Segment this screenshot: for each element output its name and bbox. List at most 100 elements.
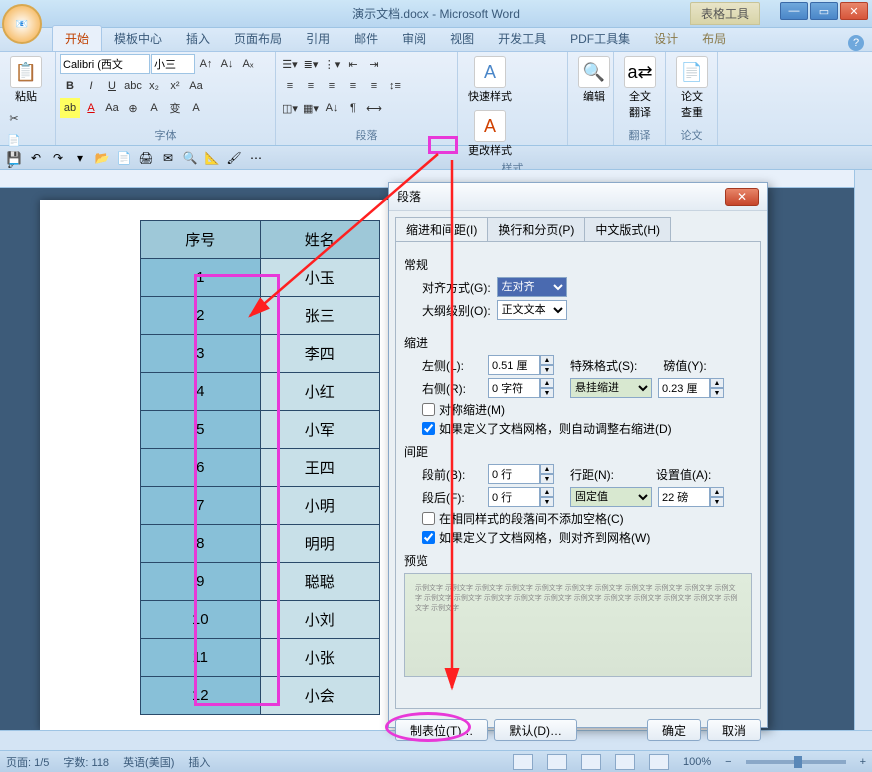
- before-input[interactable]: [488, 464, 540, 484]
- indent-increase-button[interactable]: ⇥: [364, 54, 384, 74]
- minimize-button[interactable]: —: [780, 2, 808, 20]
- vertical-scrollbar[interactable]: [854, 170, 872, 730]
- table-row[interactable]: 10小刘: [141, 601, 380, 639]
- tab-pagelayout[interactable]: 页面布局: [222, 26, 294, 51]
- table-cell[interactable]: 小张: [260, 639, 380, 677]
- table-cell[interactable]: 8: [141, 525, 261, 563]
- dialog-title-bar[interactable]: 段落 ✕: [389, 183, 767, 211]
- at-down[interactable]: ▼: [710, 497, 724, 507]
- table-row[interactable]: 6王四: [141, 449, 380, 487]
- table-cell[interactable]: 小会: [260, 677, 380, 715]
- dialog-tab-indent[interactable]: 缩进和间距(I): [395, 217, 488, 241]
- grow-font-button[interactable]: A↑: [196, 54, 216, 74]
- outline-combo[interactable]: 正文文本: [497, 300, 567, 320]
- mirror-checkbox[interactable]: [422, 403, 435, 416]
- italic-button[interactable]: I: [81, 76, 101, 96]
- dialog-close-button[interactable]: ✕: [725, 188, 759, 206]
- highlight-button[interactable]: ab: [60, 98, 80, 118]
- table-cell[interactable]: 明明: [260, 525, 380, 563]
- close-button[interactable]: ✕: [840, 2, 868, 20]
- autogrid-checkbox[interactable]: [422, 422, 435, 435]
- table-row[interactable]: 12小会: [141, 677, 380, 715]
- bullets-button[interactable]: ☰▾: [280, 54, 300, 74]
- right-up[interactable]: ▲: [540, 378, 554, 388]
- shading-button[interactable]: ◫▾: [280, 98, 300, 118]
- bold-button[interactable]: B: [60, 76, 80, 96]
- table-cell[interactable]: 5: [141, 411, 261, 449]
- qat-btn-10[interactable]: 📐: [202, 148, 222, 168]
- view-print-button[interactable]: [513, 754, 533, 770]
- status-words[interactable]: 字数: 118: [63, 754, 109, 770]
- table-cell[interactable]: 小明: [260, 487, 380, 525]
- tab-view[interactable]: 视图: [438, 26, 486, 51]
- table-row[interactable]: 3李四: [141, 335, 380, 373]
- tab-mailings[interactable]: 邮件: [342, 26, 390, 51]
- status-lang[interactable]: 英语(美国): [123, 754, 174, 770]
- special-combo[interactable]: 悬挂缩进: [570, 378, 652, 398]
- zoom-out-button[interactable]: −: [725, 756, 731, 768]
- status-insert[interactable]: 插入: [188, 754, 210, 770]
- charscale-button[interactable]: Aa: [102, 98, 122, 118]
- table-cell[interactable]: 张三: [260, 297, 380, 335]
- table-cell[interactable]: 小军: [260, 411, 380, 449]
- ok-button[interactable]: 确定: [647, 719, 701, 741]
- table-cell[interactable]: 4: [141, 373, 261, 411]
- clear-format-button[interactable]: Aₓ: [238, 54, 258, 74]
- left-up[interactable]: ▲: [540, 355, 554, 365]
- charfit-button[interactable]: A: [144, 98, 164, 118]
- tab-table-layout[interactable]: 布局: [690, 26, 738, 51]
- chspacing-button[interactable]: ⟷: [364, 98, 384, 118]
- tab-design[interactable]: 设计: [642, 26, 690, 51]
- font-family-combo[interactable]: [60, 54, 150, 74]
- borders-button[interactable]: ▦▾: [301, 98, 321, 118]
- strike-button[interactable]: abc: [123, 76, 143, 96]
- tab-insert[interactable]: 插入: [174, 26, 222, 51]
- showmarks-button[interactable]: ¶: [343, 98, 363, 118]
- help-icon[interactable]: ?: [848, 35, 864, 51]
- align-right-button[interactable]: ≡: [322, 76, 342, 96]
- table-cell[interactable]: 3: [141, 335, 261, 373]
- table-cell[interactable]: 1: [141, 259, 261, 297]
- qat-btn-5[interactable]: 📂: [92, 148, 112, 168]
- view-outline-button[interactable]: [615, 754, 635, 770]
- table-row[interactable]: 8明明: [141, 525, 380, 563]
- distributed-button[interactable]: ≡: [364, 76, 384, 96]
- qat-btn-11[interactable]: 🖌: [224, 148, 244, 168]
- qat-undo-button[interactable]: ↶: [26, 148, 46, 168]
- table-cell[interactable]: 小红: [260, 373, 380, 411]
- view-fullscreen-button[interactable]: [547, 754, 567, 770]
- qat-btn-6[interactable]: 📄: [114, 148, 134, 168]
- change-styles-button[interactable]: A 更改样式: [462, 108, 518, 160]
- table-cell[interactable]: 小刘: [260, 601, 380, 639]
- after-up[interactable]: ▲: [540, 487, 554, 497]
- table-header-1[interactable]: 序号: [141, 221, 261, 259]
- table-cell[interactable]: 9: [141, 563, 261, 601]
- table-row[interactable]: 9聪聪: [141, 563, 380, 601]
- tab-references[interactable]: 引用: [294, 26, 342, 51]
- tab-template[interactable]: 模板中心: [102, 26, 174, 51]
- table-cell[interactable]: 聪聪: [260, 563, 380, 601]
- table-cell[interactable]: 12: [141, 677, 261, 715]
- before-down[interactable]: ▼: [540, 474, 554, 484]
- table-row[interactable]: 11小张: [141, 639, 380, 677]
- after-input[interactable]: [488, 487, 540, 507]
- table-cell[interactable]: 7: [141, 487, 261, 525]
- font-size-combo[interactable]: [151, 54, 195, 74]
- subscript-button[interactable]: x₂: [144, 76, 164, 96]
- change-case-button[interactable]: Aa: [186, 76, 206, 96]
- table-cell[interactable]: 6: [141, 449, 261, 487]
- thesis-button[interactable]: 📄 论文 查重: [670, 54, 714, 122]
- after-down[interactable]: ▼: [540, 497, 554, 507]
- phonetic-button[interactable]: 变: [165, 98, 185, 118]
- qat-btn-8[interactable]: ✉: [158, 148, 178, 168]
- align-combo[interactable]: 左对齐: [497, 277, 567, 297]
- sort-button[interactable]: A↓: [322, 98, 342, 118]
- enclose-button[interactable]: ⊕: [123, 98, 143, 118]
- indent-decrease-button[interactable]: ⇤: [343, 54, 363, 74]
- table-cell[interactable]: 王四: [260, 449, 380, 487]
- align-center-button[interactable]: ≡: [301, 76, 321, 96]
- qat-save-button[interactable]: 💾: [4, 148, 24, 168]
- qat-btn-12[interactable]: ⋯: [246, 148, 266, 168]
- right-down[interactable]: ▼: [540, 388, 554, 398]
- shrink-font-button[interactable]: A↓: [217, 54, 237, 74]
